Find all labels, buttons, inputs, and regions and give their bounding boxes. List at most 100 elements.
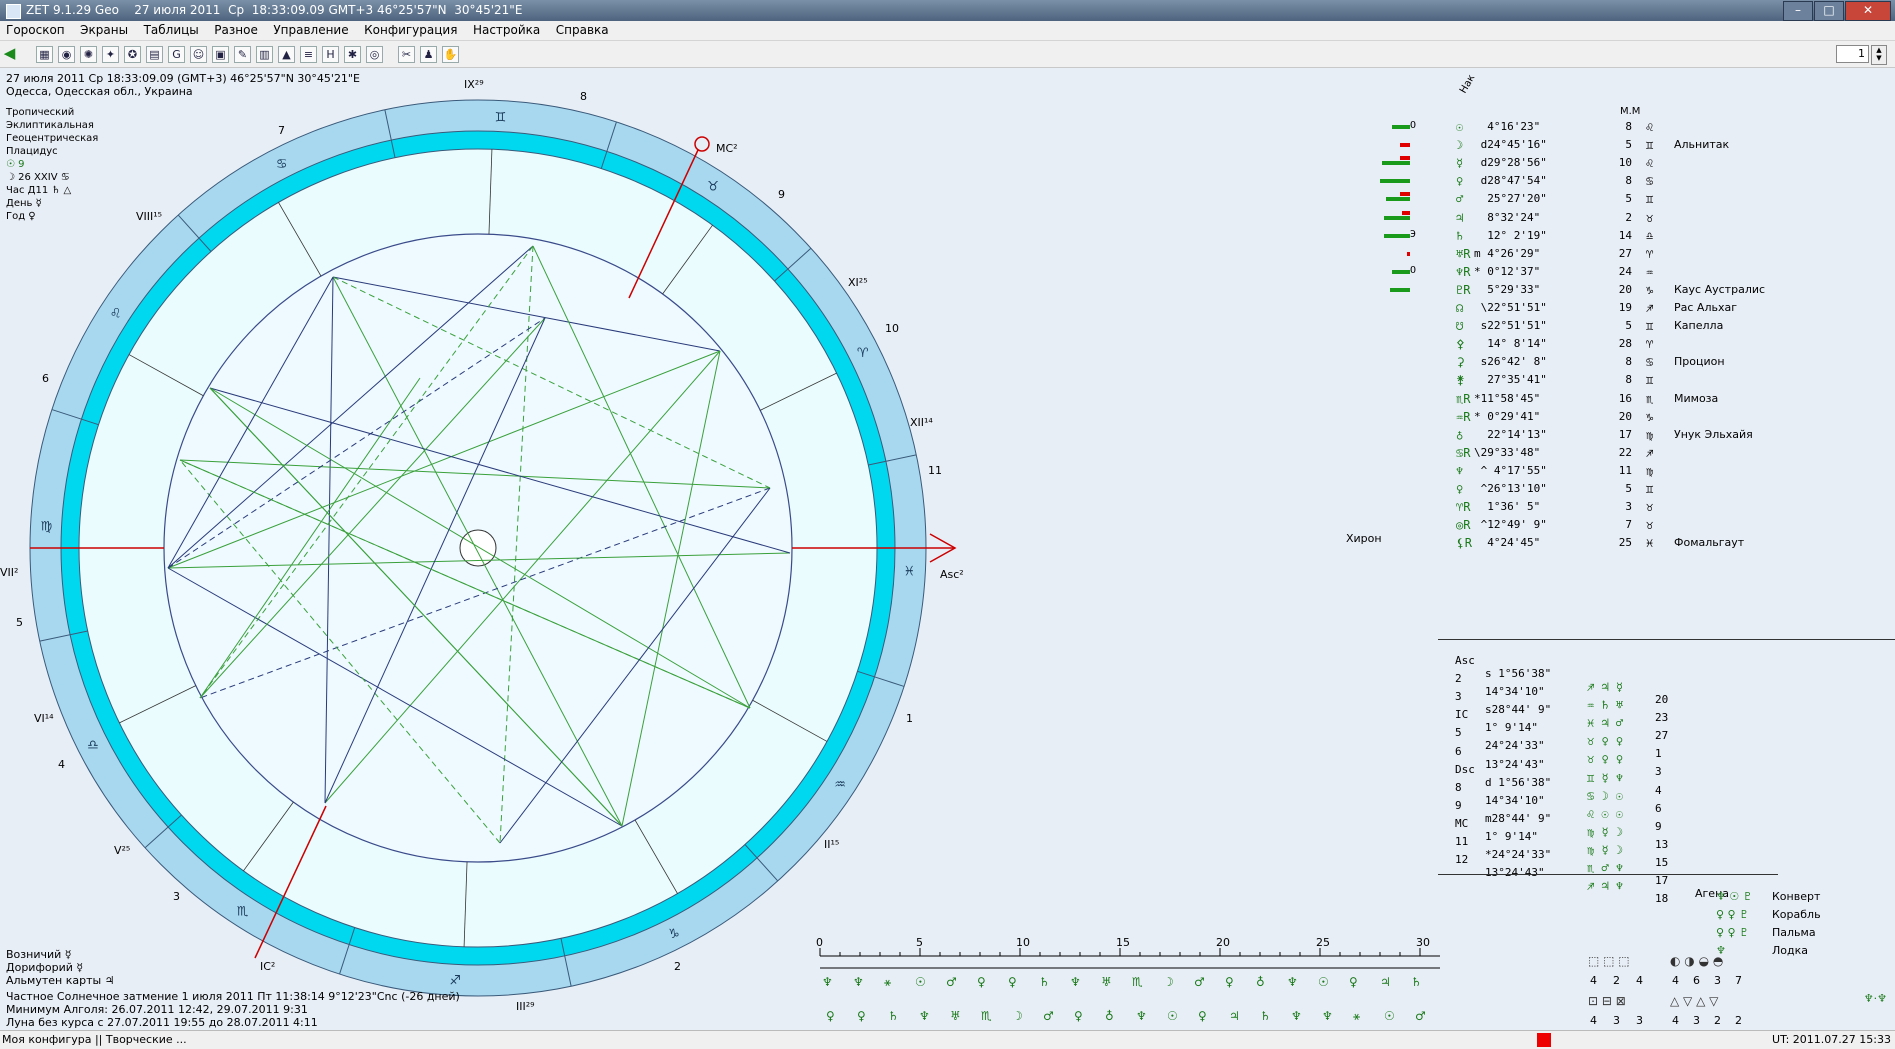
house-row[interactable]: 5 24°24'33" ♉ ♀ ♀ 3: [1455, 726, 1755, 778]
planet-row[interactable]: ♅R m 4°26'29" 27 ♈: [1380, 247, 1840, 265]
planet-position: ^ 4°17'55": [1474, 463, 1547, 477]
menu-screens[interactable]: Экраны: [74, 21, 134, 37]
house-number: 11: [928, 464, 942, 477]
strength-bar: [1400, 192, 1410, 197]
phase-count: 7: [1735, 974, 1742, 987]
planet-row[interactable]: ♁ 22°14'13" 17 ♍ Унук Эльхайя: [1380, 428, 1840, 446]
planet-position: 5°29'33": [1474, 282, 1541, 296]
scale-glyph-icon: ☉: [1384, 1009, 1395, 1023]
planet-row[interactable]: ♀ d28°47'54" 8 ♋: [1380, 174, 1840, 192]
figure-symbols: ♆ ☉ ♇: [1716, 890, 1753, 903]
menu-help[interactable]: Справка: [550, 21, 615, 37]
planet-position: 4°24'45": [1474, 536, 1541, 550]
planet-row[interactable]: ♀ ^26°13'10" 5 ♊: [1380, 482, 1840, 500]
house-row[interactable]: 9 m28°44' 9" ♍ ☿ ☽ 13: [1455, 799, 1755, 851]
figure-icon[interactable]: ♟: [420, 46, 437, 63]
dsc-label: VII²: [0, 566, 18, 579]
planet-symbol-icon: ♆: [1456, 463, 1464, 478]
figure-row[interactable]: ♀ ♀ ♇ Пальма: [1716, 924, 1821, 942]
h-icon[interactable]: H: [322, 46, 339, 63]
house-row[interactable]: 12 13°24'43" ♐ ♃ ♆ 18: [1455, 853, 1755, 905]
house-row[interactable]: Asc s 1°56'38" ♐ ♃ ☿ 20: [1455, 654, 1755, 706]
planet-row[interactable]: ♏R *11°58'45" 16 ♏ Мимоза: [1380, 392, 1840, 410]
chart-icon[interactable]: ▲: [278, 46, 295, 63]
scale-glyph-icon: ♂: [1415, 1009, 1426, 1023]
house-row[interactable]: 2 14°34'10" ♒ ♄ ♅ 23: [1455, 672, 1755, 724]
asterisk-icon[interactable]: ✱: [344, 46, 361, 63]
tools-icon[interactable]: ✂: [398, 46, 415, 63]
maximize-button[interactable]: □: [1814, 1, 1844, 21]
figure-row[interactable]: ♆ ☉ ♇ Конверт: [1716, 888, 1821, 906]
people-icon[interactable]: ☺: [190, 46, 207, 63]
table-icon[interactable]: ▦: [36, 46, 53, 63]
close-button[interactable]: ✕: [1845, 1, 1891, 21]
figure-row[interactable]: ♀ ♀ ♇ Корабль: [1716, 906, 1821, 924]
planet-row[interactable]: ☊ \22°51'51" 19 ♐ Рас Альхаг: [1380, 301, 1840, 319]
menu-horoscope[interactable]: Гороскоп: [0, 21, 71, 37]
planet-row[interactable]: ♃ 8°32'24" 2 ♉: [1380, 210, 1840, 229]
sky-icon[interactable]: ✦: [102, 46, 119, 63]
scale-glyph-icon: ♂: [1194, 975, 1205, 989]
person-icon[interactable]: ✋: [442, 46, 459, 63]
ring-icon[interactable]: ◎: [366, 46, 383, 63]
scale-glyph-icon: ☽: [1012, 1009, 1023, 1023]
house-row[interactable]: MC 1° 9'14" ♍ ☿ ☽ 15: [1455, 817, 1755, 869]
box-count: 3: [1636, 1014, 1643, 1027]
almuten-line: Альмутен карты ♃: [6, 974, 115, 987]
minimize-button[interactable]: –: [1783, 1, 1813, 21]
planet-row[interactable]: ◎R ^12°49' 9" 7 ♉: [1380, 518, 1840, 536]
planet-row[interactable]: ☽ d24°45'16" 5 ♊ Альнитак: [1380, 138, 1840, 156]
grid-icon[interactable]: ▤: [146, 46, 163, 63]
planet-row[interactable]: O ☉ 4°16'23" 8 ♌: [1380, 120, 1840, 138]
house-row[interactable]: 3 s28°44' 9" ♓ ♃ ♂ 27: [1455, 690, 1755, 742]
house-row[interactable]: 6 13°24'43" ♊ ☿ ♆ 4: [1455, 745, 1755, 797]
page-number-field[interactable]: 1: [1836, 45, 1869, 63]
corner-symbol: ♆·♆: [1863, 992, 1887, 1005]
sign-icon: ♊: [1646, 482, 1654, 496]
list-icon[interactable]: ≡: [300, 46, 317, 63]
wheel-icon[interactable]: ✺: [80, 46, 97, 63]
house-row[interactable]: 8 14°34'10" ♌ ☉ ☉ 9: [1455, 781, 1755, 833]
note-icon[interactable]: ✎: [234, 46, 251, 63]
strength-bar: [1382, 161, 1410, 166]
menu-tables[interactable]: Таблицы: [138, 21, 205, 37]
page-spinner[interactable]: ▲ ▼: [1871, 45, 1887, 65]
menu-config[interactable]: Конфигурация: [358, 21, 463, 37]
planet-position: m 4°26'29": [1474, 246, 1541, 260]
natal-chart-wheel[interactable]: MC² Asc² IC² VII² IX²⁹ XI²⁵ XII¹⁴ II¹⁵ III²⁹ V²⁵ V…: [0, 68, 1000, 1030]
house-label: 2: [1455, 672, 1462, 686]
planet-row[interactable]: ⚸R 4°24'45" 25 ♓ Фомальгаут: [1380, 536, 1840, 554]
planet-symbol-icon: ⚸R: [1456, 536, 1473, 551]
planet-mark: O: [1410, 120, 1417, 131]
planet-row[interactable]: O ♆R * 0°12'37" 24 ♒: [1380, 265, 1840, 283]
menu-misc[interactable]: Разное: [208, 21, 264, 37]
planet-row[interactable]: ♇R 5°29'33" 20 ♑ Каус Аустралис: [1380, 283, 1840, 301]
eu-icon[interactable]: ✪: [124, 46, 141, 63]
house-row[interactable]: IC 1° 9'14" ♉ ♀ ♀ 1: [1455, 708, 1755, 760]
planet-row[interactable]: ⚵ 27°35'41" 8 ♊: [1380, 373, 1840, 391]
planet-row[interactable]: ♈R 1°36' 5" 3 ♉: [1380, 500, 1840, 518]
planet-row[interactable]: ⚳ s26°42' 8" 8 ♋ Процион: [1380, 355, 1840, 373]
scale-label: 20: [1216, 938, 1230, 949]
strength-bar: [1384, 233, 1410, 238]
house-number: 6: [42, 372, 49, 385]
calendar-icon[interactable]: ▥: [256, 46, 273, 63]
planet-row[interactable]: Э ♄ 12° 2'19" 14 ♎: [1380, 229, 1840, 247]
g-icon[interactable]: G: [168, 46, 185, 63]
planet-row[interactable]: ♋R \29°33'48" 22 ♐: [1380, 446, 1840, 464]
globe-icon[interactable]: ◉: [58, 46, 75, 63]
back-arrow-icon[interactable]: ◀: [2, 46, 17, 61]
planet-row[interactable]: ♂ 25°27'20" 5 ♊: [1380, 192, 1840, 210]
house-row[interactable]: Dsc d 1°56'38" ♋ ☽ ☉ 6: [1455, 763, 1755, 815]
house-row[interactable]: 11 *24°24'33" ♏ ♂ ♆ 17 Агена: [1455, 835, 1755, 900]
menu-settings[interactable]: Настройка: [467, 21, 546, 37]
planet-row[interactable]: ♒R * 0°29'41" 20 ♑: [1380, 410, 1840, 428]
menu-control[interactable]: Управление: [267, 21, 354, 37]
planet-row[interactable]: ☋ s22°51'51" 5 ♊ Капелла: [1380, 319, 1840, 337]
planet-row[interactable]: ♆ ^ 4°17'55" 11 ♍: [1380, 464, 1840, 482]
card-icon[interactable]: ▣: [212, 46, 229, 63]
planet-row[interactable]: ⚴ 14° 8'14" 28 ♈: [1380, 337, 1840, 355]
planet-row[interactable]: ☿ d29°28'56" 10 ♌: [1380, 156, 1840, 174]
planet-symbol-icon: ☊: [1456, 301, 1464, 315]
status-tabs[interactable]: Моя конфигура || Творческие ...: [2, 1033, 187, 1046]
